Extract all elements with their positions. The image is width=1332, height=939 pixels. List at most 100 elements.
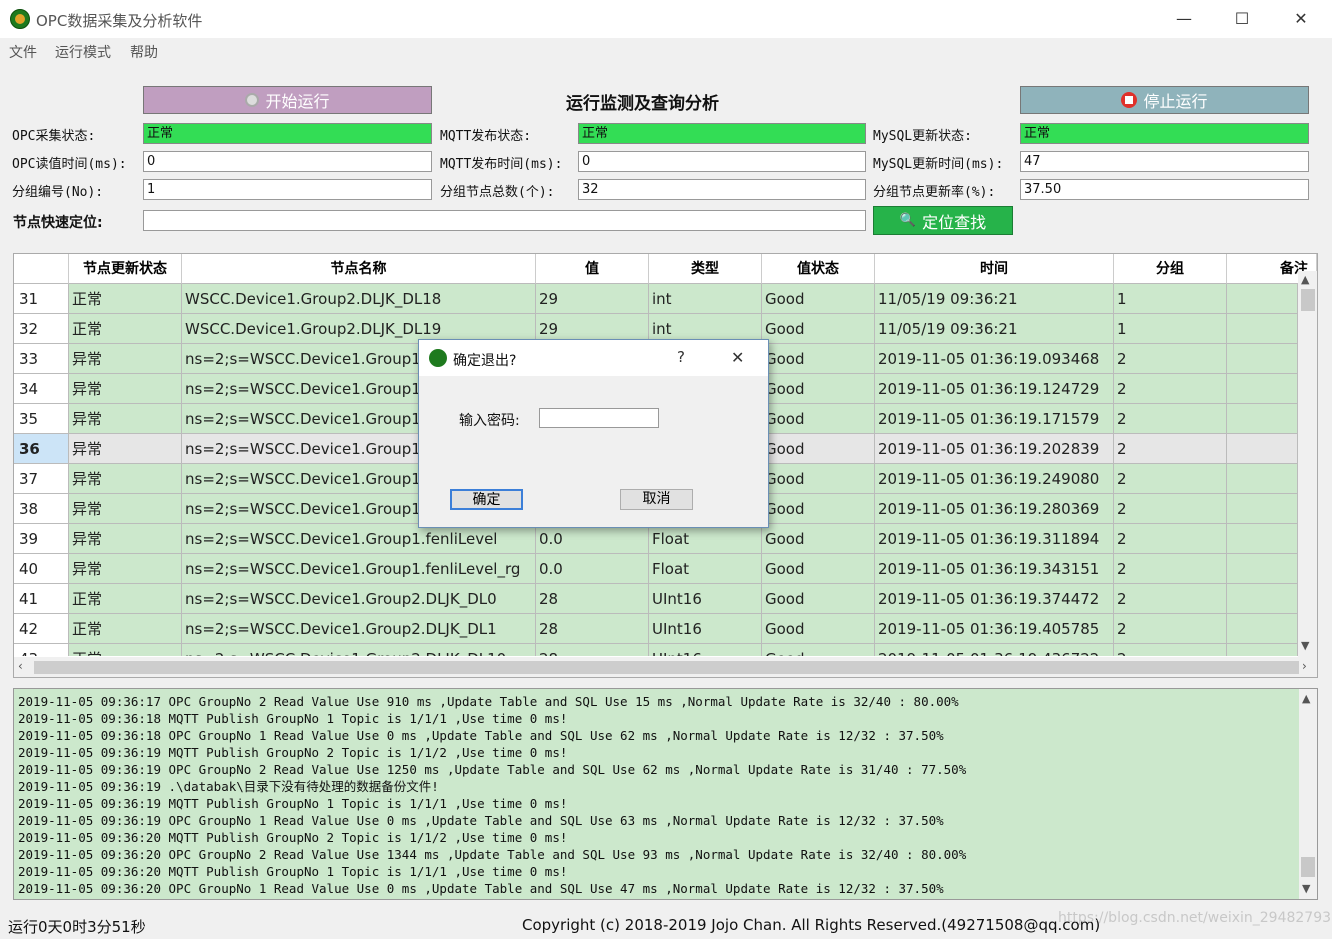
cell-group[interactable]: 1 [1114, 314, 1227, 344]
cell-note[interactable] [1227, 614, 1298, 644]
cell-update-status[interactable]: 正常 [69, 644, 182, 656]
cell-value[interactable]: 28 [536, 584, 649, 614]
cell-value[interactable]: 0.0 [536, 524, 649, 554]
cell-node-name[interactable]: ns=2;s=WSCC.Device1.Group2.DLJK_DL10 [182, 644, 536, 656]
cell-update-status[interactable]: 异常 [69, 524, 182, 554]
cell-note[interactable] [1227, 434, 1298, 464]
log-scroll-thumb[interactable] [1301, 857, 1315, 877]
cell-update-status[interactable]: 异常 [69, 434, 182, 464]
scroll-right-icon[interactable]: › [1302, 659, 1307, 673]
mysql-time-field[interactable]: 47 [1020, 151, 1309, 172]
dialog-cancel-button[interactable]: 取消 [620, 489, 693, 510]
mqtt-time-field[interactable]: 0 [578, 151, 866, 172]
cell-node-name[interactable]: ns=2;s=WSCC.Device1.Group1.fenliLevel_rg [182, 554, 536, 584]
cell-value-status[interactable]: Good [762, 614, 875, 644]
cell-note[interactable] [1227, 584, 1298, 614]
table-row[interactable]: 31 正常 WSCC.Device1.Group2.DLJK_DL18 29 int Go… [14, 284, 1298, 314]
cell-group[interactable]: 2 [1114, 374, 1227, 404]
table-row[interactable]: 40 异常 ns=2;s=WSCC.Device1.Group1.fenliLeve… [14, 554, 1298, 584]
cell-group[interactable]: 2 [1114, 434, 1227, 464]
cell-time[interactable]: 2019-11-05 01:36:19.093468 [875, 344, 1114, 374]
scroll-left-icon[interactable]: ‹ [18, 659, 23, 673]
group-no-field[interactable]: 1 [143, 179, 432, 200]
minimize-button[interactable]: — [1172, 8, 1196, 30]
cell-type[interactable]: int [649, 284, 762, 314]
grid-scroll-thumb[interactable] [1301, 289, 1315, 311]
cell-time[interactable]: 2019-11-05 01:36:19.436722 [875, 644, 1114, 656]
cell-value[interactable]: 0.0 [536, 554, 649, 584]
cell-group[interactable]: 2 [1114, 524, 1227, 554]
cell-note[interactable] [1227, 344, 1298, 374]
cell-time[interactable]: 11/05/19 09:36:21 [875, 314, 1114, 344]
cell-note[interactable] [1227, 494, 1298, 524]
row-number[interactable]: 40 [14, 554, 69, 584]
cell-value-status[interactable]: Good [762, 284, 875, 314]
cell-time[interactable]: 2019-11-05 01:36:19.343151 [875, 554, 1114, 584]
cell-value-status[interactable]: Good [762, 404, 875, 434]
log-scrollbar[interactable]: ▲ ▼ [1299, 689, 1317, 899]
grid-hscroll-thumb[interactable] [34, 661, 1299, 674]
dialog-help-button[interactable]: ? [677, 348, 685, 366]
cell-value-status[interactable]: Good [762, 494, 875, 524]
cell-note[interactable] [1227, 284, 1298, 314]
cell-value-status[interactable]: Good [762, 314, 875, 344]
password-input[interactable] [539, 408, 659, 428]
col-header-type[interactable]: 类型 [649, 254, 762, 284]
cell-time[interactable]: 2019-11-05 01:36:19.171579 [875, 404, 1114, 434]
grid-vertical-scrollbar[interactable]: ▲ ▼ [1298, 271, 1317, 657]
cell-group[interactable]: 2 [1114, 614, 1227, 644]
row-number[interactable]: 36 [14, 434, 69, 464]
dialog-close-button[interactable]: ✕ [731, 348, 744, 367]
cell-value-status[interactable]: Good [762, 644, 875, 656]
cell-node-name[interactable]: ns=2;s=WSCC.Device1.Group2.DLJK_DL1 [182, 614, 536, 644]
col-header-value[interactable]: 值 [536, 254, 649, 284]
cell-update-status[interactable]: 正常 [69, 284, 182, 314]
cell-time[interactable]: 2019-11-05 01:36:19.374472 [875, 584, 1114, 614]
cell-update-status[interactable]: 正常 [69, 584, 182, 614]
cell-value-status[interactable]: Good [762, 464, 875, 494]
log-scroll-up-icon[interactable]: ▲ [1302, 692, 1310, 705]
table-row[interactable]: 39 异常 ns=2;s=WSCC.Device1.Group1.fenliLeve… [14, 524, 1298, 554]
cell-update-status[interactable]: 异常 [69, 404, 182, 434]
update-rate-field[interactable]: 37.50 [1020, 179, 1309, 200]
cell-type[interactable]: UInt16 [649, 584, 762, 614]
cell-group[interactable]: 2 [1114, 644, 1227, 656]
locate-input[interactable] [143, 210, 866, 231]
row-number[interactable]: 37 [14, 464, 69, 494]
cell-update-status[interactable]: 异常 [69, 554, 182, 584]
cell-group[interactable]: 2 [1114, 584, 1227, 614]
row-number[interactable]: 42 [14, 614, 69, 644]
cell-value[interactable]: 29 [536, 284, 649, 314]
row-number[interactable]: 34 [14, 374, 69, 404]
row-number[interactable]: 33 [14, 344, 69, 374]
start-button[interactable]: 开始运行 [143, 86, 432, 114]
menu-help[interactable]: 帮助 [130, 42, 158, 62]
maximize-button[interactable]: ☐ [1230, 8, 1254, 30]
cell-group[interactable]: 1 [1114, 284, 1227, 314]
cell-group[interactable]: 2 [1114, 404, 1227, 434]
row-number[interactable]: 43 [14, 644, 69, 656]
cell-group[interactable]: 2 [1114, 554, 1227, 584]
cell-update-status[interactable]: 正常 [69, 614, 182, 644]
group-total-field[interactable]: 32 [578, 179, 866, 200]
log-scroll-down-icon[interactable]: ▼ [1302, 882, 1310, 895]
cell-value-status[interactable]: Good [762, 554, 875, 584]
cell-note[interactable] [1227, 404, 1298, 434]
cell-note[interactable] [1227, 554, 1298, 584]
col-header-update-status[interactable]: 节点更新状态 [69, 254, 182, 284]
cell-value-status[interactable]: Good [762, 374, 875, 404]
cell-note[interactable] [1227, 524, 1298, 554]
cell-time[interactable]: 2019-11-05 01:36:19.280369 [875, 494, 1114, 524]
cell-note[interactable] [1227, 374, 1298, 404]
cell-update-status[interactable]: 异常 [69, 344, 182, 374]
col-header-time[interactable]: 时间 [875, 254, 1114, 284]
opc-time-field[interactable]: 0 [143, 151, 432, 172]
scroll-up-icon[interactable]: ▲ [1301, 273, 1309, 286]
cell-time[interactable]: 2019-11-05 01:36:19.249080 [875, 464, 1114, 494]
cell-update-status[interactable]: 异常 [69, 494, 182, 524]
col-header-value-status[interactable]: 值状态 [762, 254, 875, 284]
menu-run-mode[interactable]: 运行模式 [55, 42, 111, 62]
row-number[interactable]: 32 [14, 314, 69, 344]
cell-type[interactable]: Float [649, 524, 762, 554]
cell-node-name[interactable]: ns=2;s=WSCC.Device1.Group1.fenliLevel [182, 524, 536, 554]
